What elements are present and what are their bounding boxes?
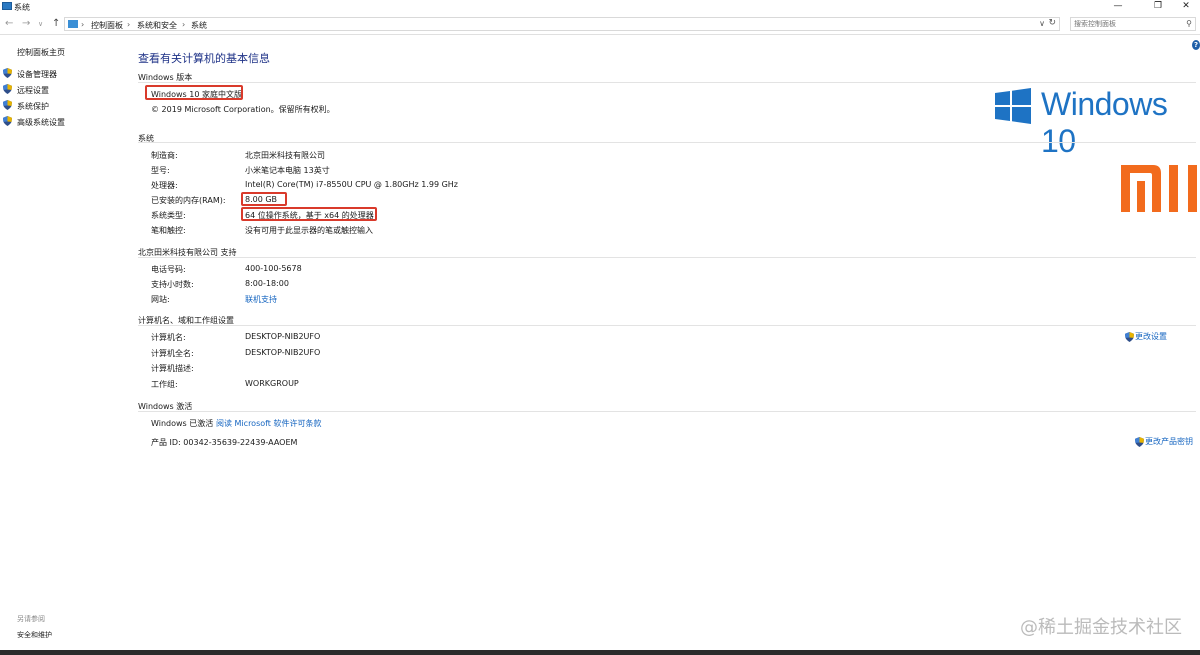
processor-label: 处理器: bbox=[151, 181, 178, 190]
change-settings-label: 更改设置 bbox=[1135, 332, 1167, 341]
edition-highlight bbox=[145, 85, 243, 100]
recent-dropdown-icon[interactable]: ∨ bbox=[38, 20, 43, 28]
taskbar-edge bbox=[0, 650, 1200, 655]
address-bar: ← → ∨ ↑ › 控制面板 › 系统和安全 › 系统 ∨ ↻ ⚲ bbox=[0, 14, 1200, 35]
uac-shield-icon bbox=[3, 116, 12, 126]
sidebar-item-label: 远程设置 bbox=[17, 86, 49, 95]
model-value: 小米笔记本电脑 13英寸 bbox=[245, 166, 330, 175]
breadcrumb-system[interactable]: 系统 bbox=[191, 20, 207, 31]
window-title: 系统 bbox=[14, 3, 30, 12]
uac-shield-icon bbox=[3, 84, 12, 94]
xiaomi-logo-icon bbox=[1121, 165, 1197, 212]
workgroup-value: WORKGROUP bbox=[245, 379, 299, 388]
activation-status: Windows 已激活 bbox=[151, 419, 214, 428]
computer-description-label: 计算机描述: bbox=[151, 364, 194, 373]
help-icon[interactable]: ? bbox=[1192, 40, 1200, 50]
search-icon[interactable]: ⚲ bbox=[1186, 19, 1192, 28]
breadcrumb-control-panel[interactable]: 控制面板 bbox=[91, 20, 123, 31]
close-button[interactable]: ✕ bbox=[1172, 0, 1200, 14]
computer-name-value: DESKTOP-NIB2UFO bbox=[245, 332, 321, 341]
phone-label: 电话号码: bbox=[151, 265, 186, 274]
address-dropdown-icon[interactable]: ∨ bbox=[1039, 19, 1045, 28]
sidebar-item-label: 设备管理器 bbox=[17, 70, 57, 79]
support-hours-label: 支持小时数: bbox=[151, 280, 194, 289]
uac-shield-icon bbox=[1135, 436, 1144, 447]
section-divider bbox=[138, 257, 1196, 258]
support-hours-value: 8:00-18:00 bbox=[245, 279, 289, 288]
back-arrow-icon[interactable]: ← bbox=[5, 18, 13, 29]
change-product-key-link[interactable]: 更改产品密钥 bbox=[1135, 436, 1193, 447]
license-terms-link[interactable]: 阅读 Microsoft 软件许可条款 bbox=[216, 418, 322, 429]
uac-shield-icon bbox=[3, 100, 12, 110]
phone-value: 400-100-5678 bbox=[245, 264, 302, 273]
workgroup-label: 工作组: bbox=[151, 380, 178, 389]
breadcrumb-system-security[interactable]: 系统和安全 bbox=[137, 20, 177, 31]
forward-arrow-icon[interactable]: → bbox=[22, 18, 30, 29]
uac-shield-icon bbox=[1125, 331, 1134, 342]
control-panel-icon bbox=[68, 20, 78, 28]
section-divider bbox=[138, 411, 1196, 412]
breadcrumb-separator-icon: › bbox=[127, 20, 131, 29]
maximize-button[interactable]: ❐ bbox=[1144, 0, 1172, 14]
processor-value: Intel(R) Core(TM) i7-8550U CPU @ 1.80GHz… bbox=[245, 180, 458, 189]
search-input[interactable] bbox=[1074, 19, 1184, 29]
section-divider bbox=[138, 82, 1196, 83]
see-also-heading: 另请参阅 bbox=[17, 615, 45, 623]
breadcrumb-separator-icon: › bbox=[81, 20, 85, 29]
search-box[interactable]: ⚲ bbox=[1070, 17, 1196, 31]
address-box[interactable]: › 控制面板 › 系统和安全 › 系统 ∨ ↻ bbox=[64, 17, 1060, 31]
windows-logo-text: Windows 10 bbox=[1041, 86, 1168, 159]
minimize-button[interactable]: — bbox=[1104, 0, 1132, 14]
up-arrow-icon[interactable]: ↑ bbox=[52, 18, 60, 29]
breadcrumb-separator-icon: › bbox=[182, 20, 186, 29]
full-computer-name-label: 计算机全名: bbox=[151, 349, 194, 358]
copyright-text: © 2019 Microsoft Corporation。保留所有权利。 bbox=[151, 105, 335, 114]
online-support-link[interactable]: 联机支持 bbox=[245, 294, 277, 305]
change-product-key-label: 更改产品密钥 bbox=[1145, 437, 1193, 446]
product-id: 产品 ID: 00342-35639-22439-AAOEM bbox=[151, 438, 298, 447]
security-maintenance-link[interactable]: 安全和维护 bbox=[17, 630, 52, 640]
sidebar-home-link[interactable]: 控制面板主页 bbox=[17, 47, 65, 58]
refresh-icon[interactable]: ↻ bbox=[1048, 18, 1056, 28]
model-label: 型号: bbox=[151, 166, 170, 175]
pen-touch-value: 没有可用于此显示器的笔或触控输入 bbox=[245, 226, 373, 235]
manufacturer-value: 北京田米科技有限公司 bbox=[245, 151, 325, 160]
ram-label: 已安装的内存(RAM): bbox=[151, 196, 226, 205]
website-label: 网站: bbox=[151, 295, 170, 304]
section-divider bbox=[138, 142, 1196, 143]
page-title: 查看有关计算机的基本信息 bbox=[138, 52, 270, 65]
system-type-highlight bbox=[241, 207, 377, 221]
ram-highlight bbox=[241, 192, 287, 206]
pen-touch-label: 笔和触控: bbox=[151, 226, 186, 235]
change-settings-link[interactable]: 更改设置 bbox=[1125, 331, 1167, 342]
windows-logo-icon bbox=[995, 88, 1031, 124]
sidebar: 控制面板主页 设备管理器 远程设置 系统保护 高级系统设置 另请参阅 安全和维护 bbox=[0, 36, 130, 651]
system-type-label: 系统类型: bbox=[151, 211, 186, 220]
sidebar-item-label: 系统保护 bbox=[17, 102, 49, 111]
manufacturer-label: 制造商: bbox=[151, 151, 178, 160]
system-window-icon bbox=[2, 2, 12, 10]
computer-name-label: 计算机名: bbox=[151, 333, 186, 342]
full-computer-name-value: DESKTOP-NIB2UFO bbox=[245, 348, 321, 357]
title-bar: 系统 — ❐ ✕ bbox=[0, 0, 1200, 14]
watermark-text: @稀土掘金技术社区 bbox=[1020, 617, 1182, 638]
uac-shield-icon bbox=[3, 68, 12, 78]
section-divider bbox=[138, 325, 1196, 326]
sidebar-item-label: 高级系统设置 bbox=[17, 118, 65, 127]
